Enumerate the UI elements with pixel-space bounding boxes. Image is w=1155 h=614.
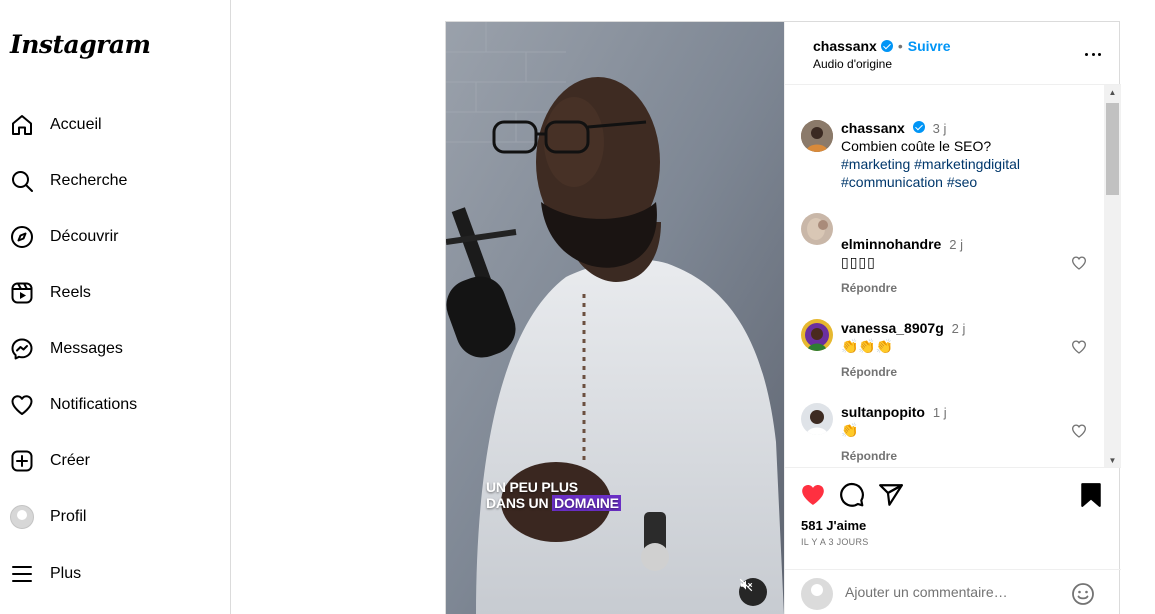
separator-dot: •: [897, 38, 903, 54]
scroll-down-arrow-icon[interactable]: ▼: [1104, 453, 1121, 467]
like-comment-icon[interactable]: [1071, 255, 1087, 271]
sidebar-item-label: Messages: [50, 340, 123, 357]
comments-scrollbar[interactable]: ▲ ▼: [1104, 85, 1121, 467]
comment-header: elminnohandre 2 j: [841, 235, 963, 254]
sidebar-item-explore[interactable]: Découvrir: [0, 215, 230, 259]
sidebar-item-create[interactable]: Créer: [0, 439, 230, 483]
menu-icon: [10, 562, 34, 586]
sidebar: Instagram Accueil Recherche Découvrir Re…: [0, 0, 231, 614]
comment-header: sultanpopito 1 j: [841, 403, 947, 422]
like-comment-icon[interactable]: [1071, 423, 1087, 439]
sidebar-item-label: Recherche: [50, 172, 128, 189]
caption-username[interactable]: chassanx: [841, 120, 905, 136]
sidebar-item-notifications[interactable]: Notifications: [0, 383, 230, 427]
sidebar-item-label: Découvrir: [50, 228, 119, 245]
sidebar-item-search[interactable]: Recherche: [0, 159, 230, 203]
reply-button[interactable]: Répondre: [841, 449, 897, 463]
comment-input[interactable]: [845, 584, 1065, 600]
sidebar-item-label: Reels: [50, 284, 91, 301]
caption-text: Combien coûte le SEO?: [841, 138, 992, 154]
sidebar-item-messages[interactable]: Messages: [0, 327, 230, 371]
video-frame-illustration: [446, 22, 784, 614]
commenter-avatar[interactable]: [801, 319, 833, 351]
comment-text: ▯▯▯▯: [841, 254, 876, 270]
video-caption-overlay: UN PEU PLUS DANS UN DOMAINE: [486, 479, 621, 511]
post-author: chassanx • Suivre: [813, 38, 951, 54]
messenger-icon: [10, 337, 34, 361]
sidebar-item-label: Notifications: [50, 396, 138, 413]
sidebar-item-home[interactable]: Accueil: [0, 103, 230, 147]
video-caption-line2: DANS UN DOMAINE: [486, 495, 621, 511]
avatar-icon: [10, 505, 34, 529]
add-comment-bar: [785, 569, 1121, 614]
comment-username[interactable]: elminnohandre: [841, 236, 941, 252]
reels-icon: [10, 281, 34, 305]
sidebar-item-label: Profil: [50, 508, 87, 525]
liked-heart-icon[interactable]: [800, 482, 826, 508]
home-icon: [10, 113, 34, 137]
search-icon: [10, 169, 34, 193]
sidebar-item-reels[interactable]: Reels: [0, 271, 230, 315]
sidebar-item-label: Plus: [50, 565, 82, 582]
like-comment-icon[interactable]: [1071, 339, 1087, 355]
comment-text: 👏👏👏: [841, 338, 894, 354]
video-caption-line1: UN PEU PLUS: [486, 479, 578, 495]
scroll-up-arrow-icon[interactable]: ▲: [1104, 85, 1121, 99]
sidebar-item-more[interactable]: Plus: [0, 552, 230, 596]
plus-square-icon: [10, 449, 34, 473]
share-icon[interactable]: [878, 482, 904, 508]
compass-icon: [10, 225, 34, 249]
comment-icon[interactable]: [839, 482, 865, 508]
caption-hashtags-line2[interactable]: #communication #seo: [841, 173, 977, 191]
comment-time[interactable]: 1 j: [933, 405, 947, 420]
scroll-thumb[interactable]: [1106, 103, 1119, 195]
comment-username[interactable]: vanessa_8907g: [841, 320, 944, 336]
save-bookmark-icon[interactable]: [1078, 482, 1104, 508]
comments-list[interactable]: chassanx 3 j Combien coûte le SEO? #mark…: [785, 85, 1121, 467]
comment-text: 👏: [841, 422, 859, 438]
likes-count[interactable]: 581 J'aime: [801, 518, 866, 533]
post-date[interactable]: IL Y A 3 JOURS: [801, 537, 869, 547]
current-user-avatar: [801, 578, 833, 610]
verified-badge-icon: [880, 40, 893, 52]
speaker-muted-icon: [739, 578, 753, 592]
more-options-button[interactable]: [1081, 44, 1105, 64]
author-avatar[interactable]: [801, 120, 833, 152]
emoji-icon[interactable]: [1071, 582, 1095, 606]
author-username[interactable]: chassanx: [813, 38, 877, 54]
reel-video[interactable]: UN PEU PLUS DANS UN DOMAINE: [446, 22, 784, 614]
caption-header: chassanx 3 j: [841, 119, 946, 138]
instagram-logo[interactable]: Instagram: [10, 30, 151, 59]
post-dialog: UN PEU PLUS DANS UN DOMAINE chassanx • S…: [445, 21, 1121, 614]
caption-hashtags-line1[interactable]: #marketing #marketingdigital: [841, 155, 1020, 173]
mute-button[interactable]: [739, 578, 767, 606]
commenter-avatar[interactable]: [801, 213, 833, 245]
commenter-avatar[interactable]: [801, 403, 833, 435]
sidebar-item-label: Créer: [50, 452, 91, 469]
reply-button[interactable]: Répondre: [841, 365, 897, 379]
post-header: chassanx • Suivre Audio d'origine: [785, 22, 1121, 85]
heart-icon: [10, 393, 34, 417]
comment-time[interactable]: 2 j: [952, 321, 966, 336]
video-caption-highlight: DOMAINE: [552, 495, 621, 511]
sidebar-item-profile[interactable]: Profil: [0, 495, 230, 539]
comment-header: vanessa_8907g 2 j: [841, 319, 965, 338]
follow-button[interactable]: Suivre: [908, 38, 951, 54]
sidebar-item-label: Accueil: [50, 116, 102, 133]
post-actions: 581 J'aime IL Y A 3 JOURS: [785, 467, 1121, 614]
caption-time[interactable]: 3 j: [933, 121, 947, 136]
comment-time[interactable]: 2 j: [949, 237, 963, 252]
reply-button[interactable]: Répondre: [841, 281, 897, 295]
verified-badge-icon: [912, 121, 925, 133]
audio-link[interactable]: Audio d'origine: [813, 57, 892, 71]
comment-username[interactable]: sultanpopito: [841, 404, 925, 420]
post-details-panel: chassanx • Suivre Audio d'origine chassa…: [784, 22, 1121, 614]
